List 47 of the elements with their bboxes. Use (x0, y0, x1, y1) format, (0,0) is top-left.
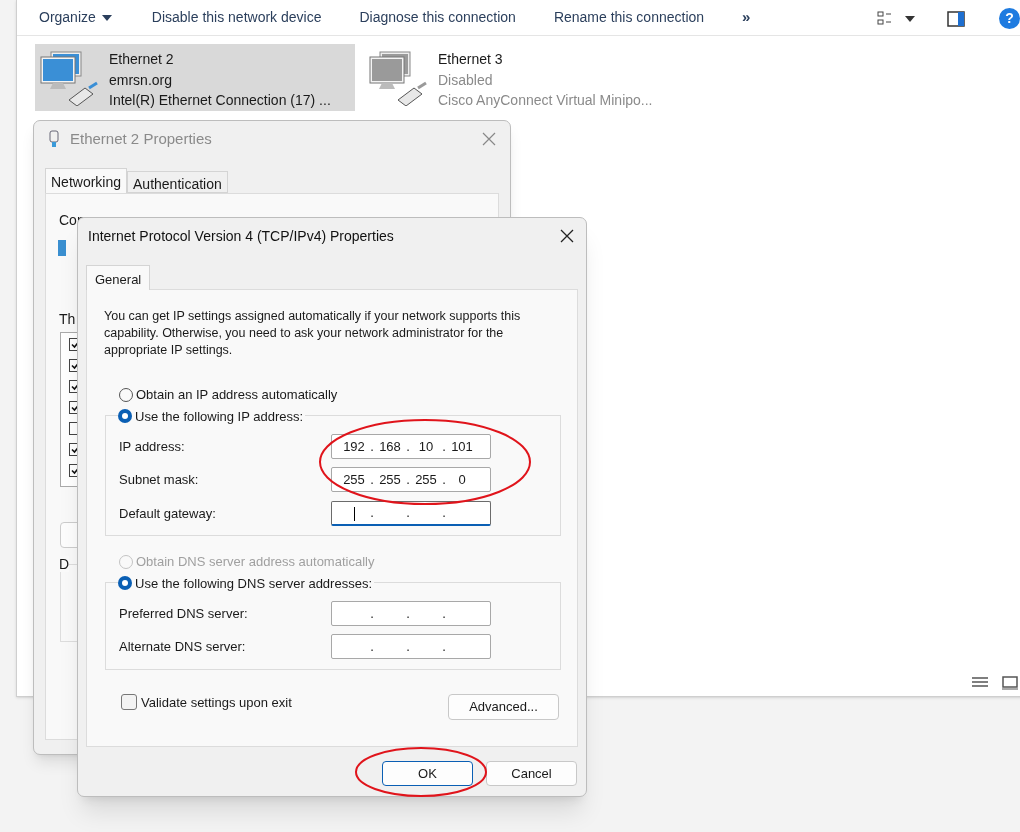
adapter-name: Cisco AnyConnect Virtual Minipo... (438, 91, 653, 110)
description-text: You can get IP settings assigned automatically if your network supports this capability. Otherwise, you need to ask your network administrator for the appropriate IP settings. (104, 308, 522, 359)
ip-address-field[interactable]: . . . (331, 600, 491, 626)
field-label: Alternate DNS server: (118, 638, 247, 656)
field-label: Subnet mask: (118, 471, 200, 489)
ip-address-field[interactable]: . . . (331, 634, 491, 660)
ip-address-field[interactable]: 192 . 168 . 10 . 101 (331, 433, 491, 459)
dropdown-caret-icon[interactable] (905, 15, 915, 22)
connection-item[interactable]: Ethernet 2 emrsn.org Intel(R) Ethernet Connection (17) ... (35, 44, 355, 111)
tab[interactable]: Authentication (127, 171, 228, 193)
ip-address-field[interactable]: 255 . 255 . 255 . 0 (331, 467, 491, 493)
tiles-view-icon[interactable] (1002, 676, 1018, 690)
network-adapter-icon (48, 130, 60, 148)
tab[interactable]: General (86, 265, 151, 290)
organize-menu[interactable]: Organize (39, 7, 112, 28)
ip-address-field[interactable]: . . . (331, 500, 491, 526)
field-label: Preferred DNS server: (118, 604, 249, 623)
description-label: D (59, 556, 70, 572)
window-title: Internet Protocol Version 4 (TCP/IPv4) Properties (88, 226, 394, 246)
view-options-icon[interactable] (877, 10, 893, 27)
toolbar-command[interactable]: Disable this network device (151, 7, 322, 28)
advanced-button[interactable]: Advanced... (448, 693, 559, 720)
radio-option[interactable]: Use the following DNS server addresses: (118, 573, 374, 593)
connection-status: emrsn.org (109, 70, 174, 90)
adapter-icon (58, 240, 66, 256)
preview-pane-icon[interactable] (947, 10, 965, 27)
more-commands-button[interactable]: » (742, 6, 751, 29)
cancel-button[interactable]: Cancel (486, 761, 577, 786)
validate-checkbox[interactable]: Validate settings upon exit (121, 692, 292, 712)
connection-status: Disabled (438, 70, 494, 90)
radio-option[interactable]: Obtain an IP address automatically (119, 385, 560, 405)
dropdown-caret-icon (101, 14, 112, 21)
ok-button[interactable]: OK (382, 761, 473, 786)
tab[interactable]: Networking (45, 168, 128, 193)
help-button[interactable]: ? (999, 8, 1020, 29)
toolbar-command[interactable]: Rename this connection (553, 7, 705, 28)
field-label: Default gateway: (118, 504, 217, 523)
details-view-icon[interactable] (972, 677, 988, 689)
close-icon[interactable] (560, 229, 574, 243)
items-label: Th (59, 310, 76, 329)
radio-option[interactable]: Use the following IP address: (118, 406, 306, 426)
field-label: IP address: (118, 437, 186, 456)
window-title: Ethernet 2 Properties (70, 128, 212, 149)
connection-name: Ethernet 2 (109, 50, 175, 69)
connection-name: Ethernet 3 (438, 50, 504, 69)
toolbar-command[interactable]: Diagnose this connection (359, 7, 516, 28)
adapter-name: Intel(R) Ethernet Connection (17) ... (109, 91, 331, 110)
